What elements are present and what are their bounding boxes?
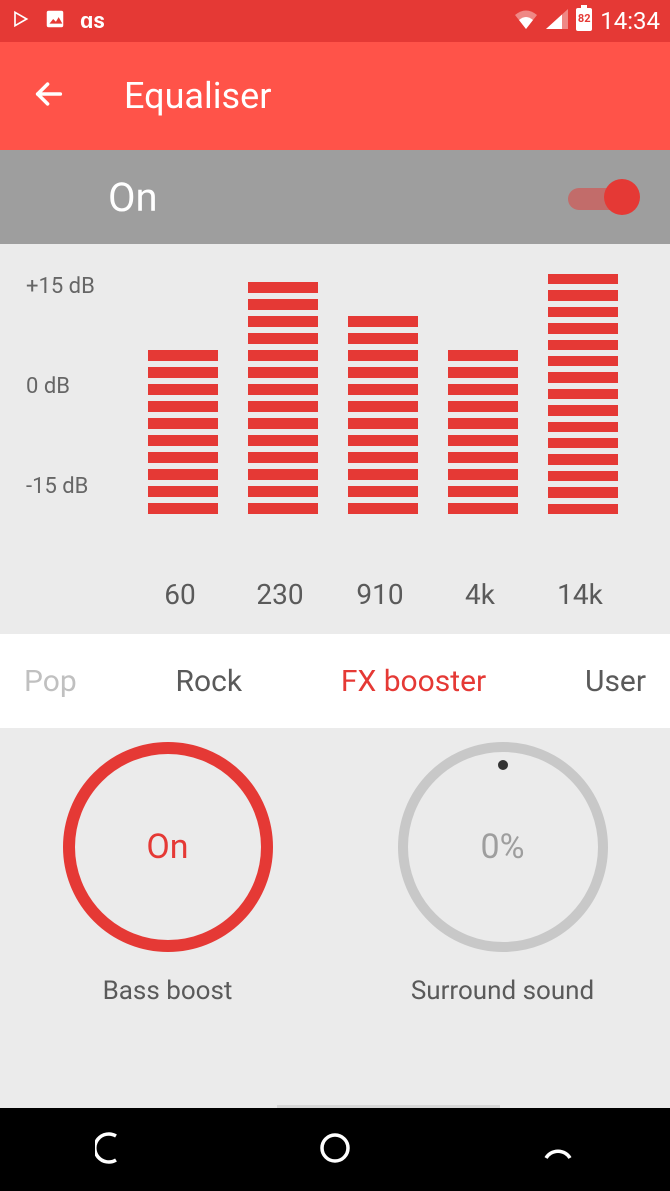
signal-icon: [546, 7, 568, 35]
surround-label: Surround sound: [411, 976, 594, 1006]
status-bar: ɑs 82 14:34: [0, 0, 670, 42]
eq-band-slider[interactable]: [448, 274, 518, 514]
back-button[interactable]: [24, 69, 74, 123]
eq-y-axis: +15 dB 0 dB -15 dB: [26, 274, 116, 504]
nav-back-button[interactable]: [65, 1121, 159, 1179]
preset-tab[interactable]: Rock: [164, 654, 255, 709]
wifi-icon: [514, 7, 538, 35]
eq-band-slider[interactable]: [248, 274, 318, 514]
preset-tab[interactable]: Pop: [12, 654, 89, 709]
knob-indicator-dot: [498, 760, 508, 770]
lastfm-icon: ɑs: [80, 8, 105, 34]
eq-freq-label: 910: [330, 578, 430, 611]
eq-band-slider[interactable]: [348, 274, 418, 514]
eq-band-slider[interactable]: [148, 274, 218, 514]
eq-chart: +15 dB 0 dB -15 dB: [0, 244, 670, 554]
bass-boost-value: On: [146, 827, 188, 867]
eq-freq-label: 4k: [430, 578, 530, 611]
page-title: Equaliser: [124, 75, 271, 117]
preset-tab[interactable]: FX booster: [329, 654, 498, 709]
nav-recent-button[interactable]: [511, 1121, 605, 1179]
clock: 14:34: [600, 7, 660, 35]
image-icon: [44, 8, 66, 34]
master-toggle-bar: On: [0, 150, 670, 244]
preset-tabs: Pop Rock FX booster User: [0, 634, 670, 728]
eq-freq-label: 60: [130, 578, 230, 611]
eq-band-slider[interactable]: [548, 274, 618, 514]
android-nav-bar: [0, 1108, 670, 1191]
bass-boost-knob[interactable]: On: [63, 742, 273, 952]
y-label-bot: -15 dB: [26, 474, 88, 499]
app-bar: Equaliser: [0, 42, 670, 150]
battery-icon: 82: [576, 5, 592, 37]
preset-tab[interactable]: User: [573, 654, 658, 709]
master-toggle-label: On: [108, 174, 158, 221]
eq-freq-labels: 602309104k14k: [0, 554, 670, 634]
bass-boost-label: Bass boost: [103, 976, 233, 1006]
master-toggle-switch[interactable]: [568, 179, 640, 215]
y-label-top: +15 dB: [26, 274, 95, 299]
surround-value: 0%: [480, 827, 524, 867]
surround-knob[interactable]: 0%: [398, 742, 608, 952]
eq-freq-label: 14k: [530, 578, 630, 611]
y-label-mid: 0 dB: [26, 374, 70, 399]
battery-level: 82: [576, 12, 592, 25]
nav-home-button[interactable]: [288, 1121, 382, 1179]
effects-panel: On Bass boost 0% Surround sound: [0, 728, 670, 1098]
play-icon: [10, 9, 30, 33]
eq-freq-label: 230: [230, 578, 330, 611]
